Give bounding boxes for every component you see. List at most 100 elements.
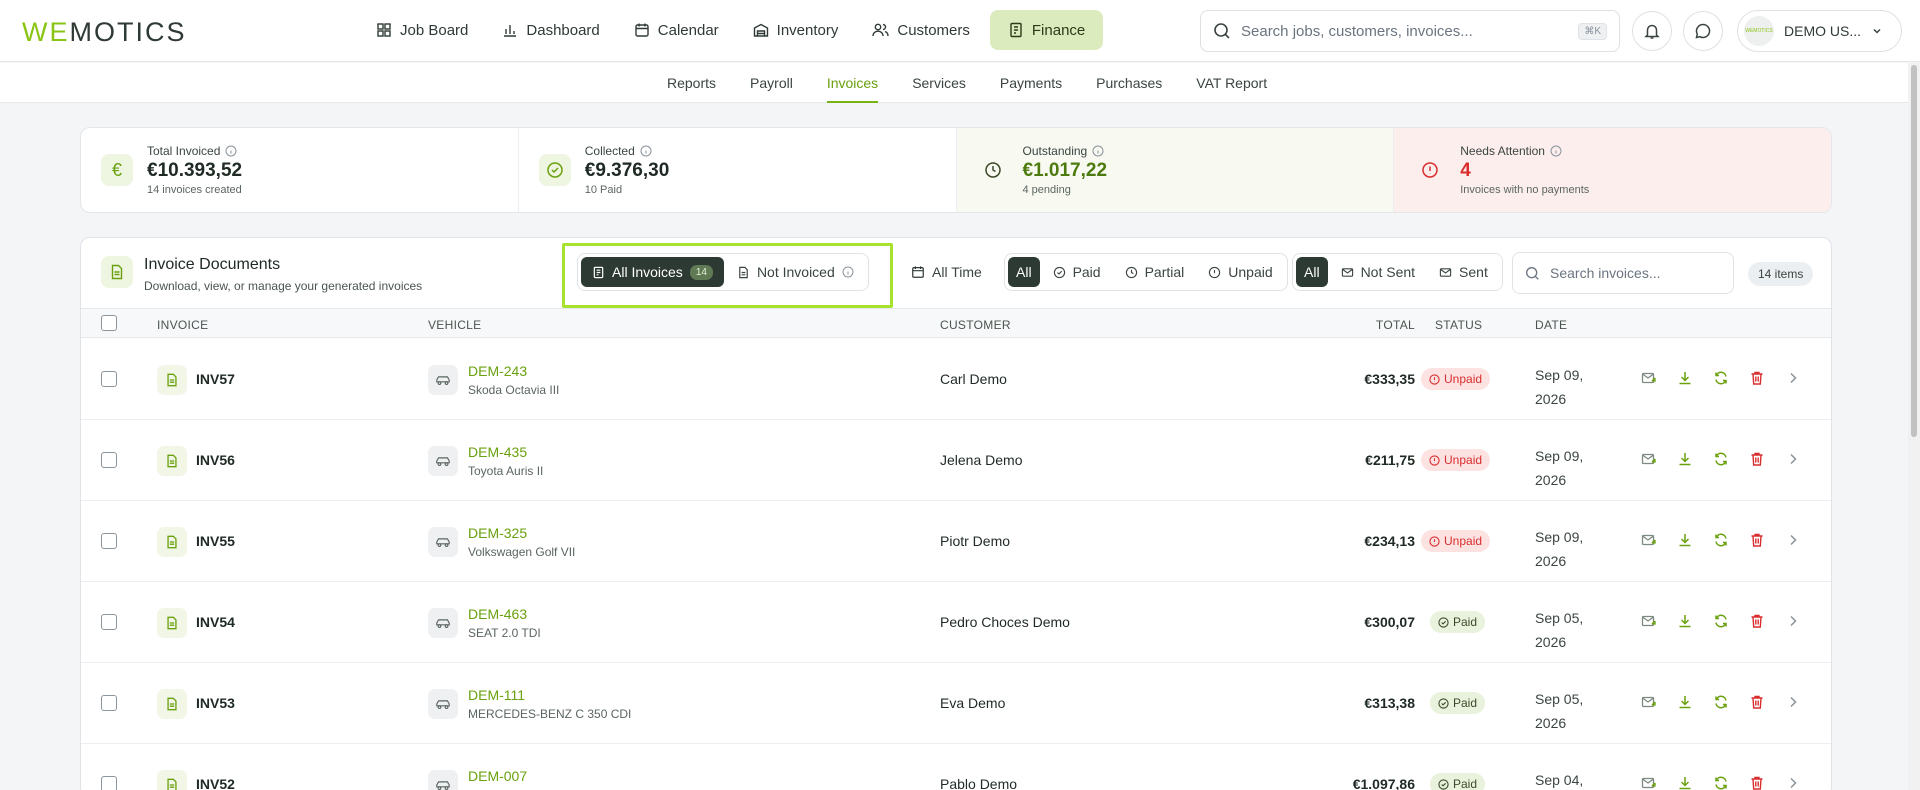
chevron-right-icon[interactable] — [1785, 694, 1801, 710]
tab-payroll[interactable]: Payroll — [733, 63, 810, 103]
vehicle-plate[interactable]: DEM-435 — [468, 444, 527, 460]
table-row[interactable]: INV56 DEM-435 Toyota Auris II Jelena Dem… — [81, 420, 1831, 501]
download-icon[interactable] — [1677, 370, 1693, 386]
vehicle-plate[interactable]: DEM-111 — [468, 687, 525, 703]
send-email-icon[interactable] — [1641, 370, 1657, 386]
sent-not-sent[interactable]: Not Sent — [1330, 257, 1426, 287]
document-icon — [157, 770, 187, 790]
info-icon[interactable] — [640, 145, 652, 157]
invoice-number[interactable]: INV52 — [196, 776, 235, 790]
regenerate-icon[interactable] — [1713, 370, 1729, 386]
filter-all-time[interactable]: All Time — [900, 257, 993, 287]
notifications-button[interactable] — [1632, 11, 1672, 51]
vehicle-plate[interactable]: DEM-463 — [468, 606, 527, 622]
delete-icon[interactable] — [1749, 694, 1765, 710]
invoice-number[interactable]: INV53 — [196, 695, 235, 711]
regenerate-icon[interactable] — [1713, 775, 1729, 790]
send-email-icon[interactable] — [1641, 613, 1657, 629]
brand-logo[interactable]: WEMOTICS — [22, 17, 187, 48]
delete-icon[interactable] — [1749, 370, 1765, 386]
vehicle-plate[interactable]: DEM-325 — [468, 525, 527, 541]
page-scrollbar[interactable] — [1908, 63, 1920, 790]
download-icon[interactable] — [1677, 451, 1693, 467]
table-row[interactable]: INV54 DEM-463 SEAT 2.0 TDI Pedro Choces … — [81, 582, 1831, 663]
nav-inventory[interactable]: Inventory — [739, 10, 853, 50]
send-email-icon[interactable] — [1641, 694, 1657, 710]
status-partial[interactable]: Partial — [1114, 257, 1196, 287]
download-icon[interactable] — [1677, 775, 1693, 790]
regenerate-icon[interactable] — [1713, 694, 1729, 710]
delete-icon[interactable] — [1749, 451, 1765, 467]
document-icon — [157, 365, 187, 395]
nav-dashboard[interactable]: Dashboard — [488, 10, 613, 50]
status-paid[interactable]: Paid — [1042, 257, 1112, 287]
send-email-icon[interactable] — [1641, 532, 1657, 548]
regenerate-icon[interactable] — [1713, 532, 1729, 548]
nav-customers[interactable]: Customers — [858, 10, 984, 50]
send-email-icon[interactable] — [1641, 775, 1657, 790]
row-checkbox[interactable] — [101, 371, 117, 387]
nav-finance[interactable]: Finance — [989, 10, 1104, 50]
download-icon[interactable] — [1677, 613, 1693, 629]
vehicle-plate[interactable]: DEM-243 — [468, 363, 527, 379]
delete-icon[interactable] — [1749, 613, 1765, 629]
table-row[interactable]: INV57 DEM-243 Skoda Octavia III Carl Dem… — [81, 339, 1831, 420]
invoice-number[interactable]: INV57 — [196, 371, 235, 387]
info-icon[interactable] — [1550, 145, 1562, 157]
delete-icon[interactable] — [1749, 775, 1765, 790]
regenerate-icon[interactable] — [1713, 451, 1729, 467]
col-vehicle[interactable]: VEHICLE — [428, 318, 481, 332]
chevron-right-icon[interactable] — [1785, 532, 1801, 548]
status-all[interactable]: All — [1008, 257, 1040, 287]
chevron-right-icon[interactable] — [1785, 775, 1801, 790]
chevron-right-icon[interactable] — [1785, 451, 1801, 467]
select-all-checkbox[interactable] — [101, 315, 117, 331]
nav-job-board[interactable]: Job Board — [362, 10, 482, 50]
table-row[interactable]: INV52 DEM-007 Pablo Demo €1.097,86 Paid … — [81, 744, 1831, 790]
info-icon[interactable] — [1092, 145, 1104, 157]
tab-invoices[interactable]: Invoices — [810, 63, 895, 103]
bell-icon — [1644, 24, 1660, 39]
invoice-number[interactable]: INV55 — [196, 533, 235, 549]
tab-services[interactable]: Services — [895, 63, 983, 103]
delete-icon[interactable] — [1749, 532, 1765, 548]
chevron-right-icon[interactable] — [1785, 370, 1801, 386]
col-customer[interactable]: CUSTOMER — [940, 318, 1011, 332]
tab-purchases[interactable]: Purchases — [1079, 63, 1179, 103]
col-invoice[interactable]: INVOICE — [157, 318, 208, 332]
messages-button[interactable] — [1683, 11, 1723, 51]
tab-vat-report[interactable]: VAT Report — [1179, 63, 1284, 103]
sent-all[interactable]: All — [1296, 257, 1328, 287]
row-checkbox[interactable] — [101, 614, 117, 630]
nav-calendar[interactable]: Calendar — [620, 10, 733, 50]
scrollbar-thumb[interactable] — [1911, 65, 1917, 437]
invoice-total: €300,07 — [1364, 614, 1415, 630]
customer-name: Pedro Choces Demo — [940, 614, 1070, 630]
user-menu[interactable]: WEMOTICS DEMO US... — [1737, 10, 1902, 52]
invoice-search-input[interactable]: Search invoices... — [1512, 252, 1734, 294]
send-email-icon[interactable] — [1641, 451, 1657, 467]
status-unpaid[interactable]: Unpaid — [1197, 257, 1283, 287]
chevron-right-icon[interactable] — [1785, 613, 1801, 629]
col-status[interactable]: STATUS — [1435, 318, 1482, 332]
sent-sent[interactable]: Sent — [1428, 257, 1499, 287]
row-checkbox[interactable] — [101, 533, 117, 549]
row-checkbox[interactable] — [101, 695, 117, 711]
invoice-number[interactable]: INV54 — [196, 614, 235, 630]
vehicle-plate[interactable]: DEM-007 — [468, 768, 527, 784]
download-icon[interactable] — [1677, 532, 1693, 548]
regenerate-icon[interactable] — [1713, 613, 1729, 629]
col-total[interactable]: TOTAL — [1376, 318, 1415, 332]
table-row[interactable]: INV53 DEM-111 MERCEDES-BENZ C 350 CDI Ev… — [81, 663, 1831, 744]
row-checkbox[interactable] — [101, 776, 117, 790]
row-checkbox[interactable] — [101, 452, 117, 468]
download-icon[interactable] — [1677, 694, 1693, 710]
tab-reports[interactable]: Reports — [650, 63, 733, 103]
col-date[interactable]: DATE — [1535, 318, 1567, 332]
table-row[interactable]: INV55 DEM-325 Volkswagen Golf VII Piotr … — [81, 501, 1831, 582]
table-header: INVOICE VEHICLE CUSTOMER TOTAL STATUS DA… — [81, 308, 1831, 338]
global-search[interactable]: Search jobs, customers, invoices... ⌘K — [1200, 10, 1620, 52]
info-icon[interactable] — [225, 145, 237, 157]
invoice-number[interactable]: INV56 — [196, 452, 235, 468]
tab-payments[interactable]: Payments — [983, 63, 1079, 103]
